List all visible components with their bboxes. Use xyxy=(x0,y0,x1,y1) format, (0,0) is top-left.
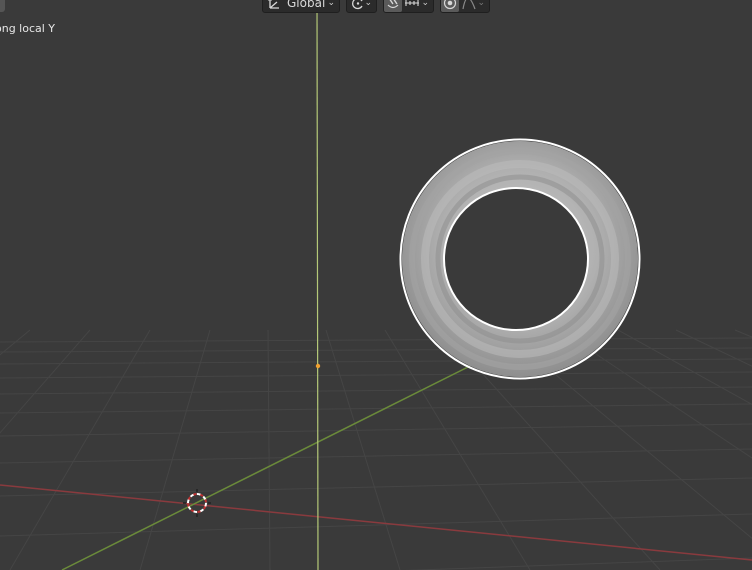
transform-orientation-dropdown[interactable]: Global ⌄ xyxy=(262,0,340,13)
chevron-down-icon: ⌄ xyxy=(477,0,485,8)
magnet-icon[interactable] xyxy=(384,0,402,12)
operation-hint-text: ong local Y xyxy=(0,22,56,35)
object-origin xyxy=(315,363,321,369)
y-axis-line xyxy=(61,365,471,570)
3d-viewport[interactable]: ong local Y Global ⌄ ⌄ ⌄ ⌄ xyxy=(0,0,752,570)
header-grip-handle[interactable] xyxy=(0,0,5,12)
constraint-axis-line xyxy=(316,0,319,570)
proportional-editing-controls[interactable]: ⌄ xyxy=(440,0,490,13)
falloff-curve-icon xyxy=(462,0,476,10)
viewport-header: Global ⌄ ⌄ ⌄ ⌄ xyxy=(0,0,752,14)
transform-orientation-value: Global xyxy=(287,0,326,10)
orientation-axes-icon xyxy=(267,0,281,10)
snap-increment-icon xyxy=(404,0,420,9)
proportional-editing-icon[interactable] xyxy=(441,0,459,12)
x-axis-line xyxy=(0,484,752,561)
chevron-down-icon: ⌄ xyxy=(421,0,429,8)
pivot-point-dropdown[interactable]: ⌄ xyxy=(346,0,377,13)
chevron-down-icon: ⌄ xyxy=(364,0,372,8)
snap-controls[interactable]: ⌄ xyxy=(383,0,434,13)
viewport-scene[interactable] xyxy=(0,0,752,570)
floor-grid xyxy=(0,329,752,570)
chevron-down-icon: ⌄ xyxy=(327,0,335,8)
pivot-point-icon xyxy=(351,0,365,10)
torus-object[interactable] xyxy=(399,138,641,380)
